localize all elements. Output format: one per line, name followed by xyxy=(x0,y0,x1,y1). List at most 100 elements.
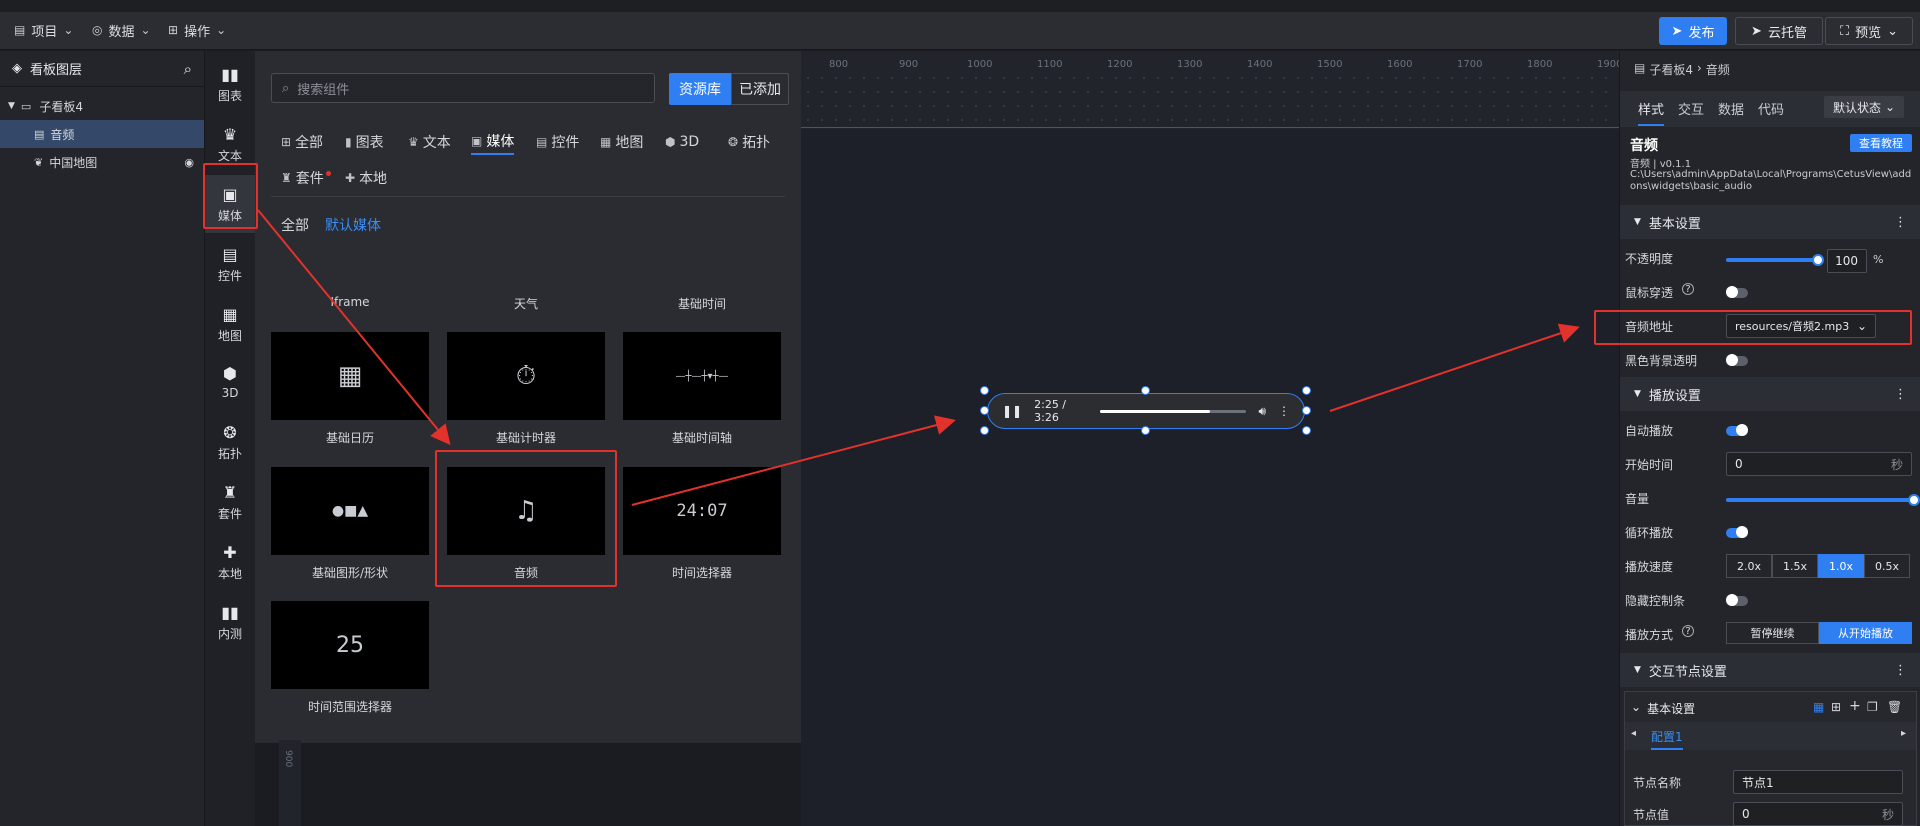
category-suite[interactable]: ♜ 套件 xyxy=(205,473,255,531)
tab-code[interactable]: 代码 xyxy=(1758,99,1784,118)
tab-all[interactable]: ⊞ 全部 xyxy=(281,129,323,155)
resize-handle-br[interactable] xyxy=(1302,426,1311,435)
design-canvas[interactable]: 800 900 1000 1100 1200 1300 1400 1500 16… xyxy=(801,51,1622,826)
card-date-range-picker[interactable]: 25 xyxy=(271,601,429,689)
menu-data-label: 数据 xyxy=(108,24,135,40)
speed-1-5x[interactable]: 1.5x xyxy=(1772,554,1818,578)
audio-progress-track[interactable] xyxy=(1099,409,1247,413)
preview-button[interactable]: ⛶ 预览 ⌄ xyxy=(1825,17,1913,45)
category-map[interactable]: ▦ 地图 xyxy=(205,295,255,353)
category-control[interactable]: ▤ 控件 xyxy=(205,235,255,293)
more-vertical-icon[interactable]: ⋮ xyxy=(1278,404,1290,418)
copy-icon[interactable]: ❐ xyxy=(1867,700,1878,714)
chevron-right-icon[interactable]: ▸ xyxy=(1901,728,1906,739)
section-play-settings[interactable]: ▼ 播放设置 ⋮ xyxy=(1620,377,1920,411)
card-basic-timer[interactable]: ⏱ xyxy=(447,332,605,420)
tab-media[interactable]: ▣ 媒体 xyxy=(471,129,515,155)
config-tab[interactable]: 配置1 xyxy=(1651,728,1683,750)
breadcrumb-parent[interactable]: 子看板4 xyxy=(1649,61,1693,78)
ruler-tick: 1300 xyxy=(1177,59,1203,70)
node-value-input[interactable]: 0 秒 xyxy=(1733,802,1903,826)
menu-project[interactable]: ▤ 项目 ⌄ xyxy=(14,18,73,42)
play-mode-from-start[interactable]: 从开始播放 xyxy=(1819,622,1912,644)
card-basic-calendar[interactable]: ▦ xyxy=(271,332,429,420)
volume-slider[interactable] xyxy=(1726,498,1912,502)
autoplay-toggle[interactable] xyxy=(1726,424,1748,436)
loop-toggle[interactable] xyxy=(1726,526,1748,538)
layer-item-audio[interactable]: ▤ 音频 xyxy=(0,120,204,148)
section-basic-settings[interactable]: ▼ 基本设置 ⋮ xyxy=(1620,205,1920,239)
tab-control[interactable]: ▤ 控件 xyxy=(536,129,579,155)
mouse-through-toggle[interactable] xyxy=(1726,286,1748,298)
search-icon[interactable]: ⌕ xyxy=(184,60,192,78)
speed-2x[interactable]: 2.0x xyxy=(1726,554,1772,578)
delete-icon[interactable]: 🗑︎ xyxy=(1887,700,1902,714)
more-vertical-icon[interactable]: ⋮ xyxy=(1894,215,1907,230)
card-basic-shapes[interactable]: ●■▲ xyxy=(271,467,429,555)
resize-handle-r[interactable] xyxy=(1302,406,1311,415)
category-3d[interactable]: ⬢ 3D xyxy=(205,353,255,411)
volume-slider-knob[interactable] xyxy=(1908,494,1920,506)
resize-handle-b[interactable] xyxy=(1141,426,1150,435)
tab-suite[interactable]: ♜ 套件 xyxy=(281,165,331,191)
resize-handle-bl[interactable] xyxy=(980,426,989,435)
layer-item-map[interactable]: ❦ 中国地图 ◉ xyxy=(0,148,204,176)
opacity-slider-knob[interactable] xyxy=(1812,254,1824,266)
tab-data[interactable]: 数据 xyxy=(1718,99,1744,118)
node-name-input[interactable]: 节点1 xyxy=(1733,770,1903,794)
tab-chart[interactable]: ▮ 图表 xyxy=(345,129,384,155)
volume-icon[interactable]: 🔊︎ xyxy=(1258,404,1266,419)
publish-button[interactable]: ➤ 发布 xyxy=(1659,17,1727,45)
add-icon[interactable]: + xyxy=(1849,698,1861,714)
more-vertical-icon[interactable]: ⋮ xyxy=(1894,387,1907,402)
component-search-input[interactable]: ⌕ 搜索组件 xyxy=(271,73,655,103)
tutorial-button[interactable]: 查看教程 xyxy=(1850,134,1912,152)
black-bg-toggle[interactable] xyxy=(1726,354,1748,366)
resize-handle-l[interactable] xyxy=(980,406,989,415)
speed-0-5x[interactable]: 0.5x xyxy=(1864,554,1910,578)
category-beta[interactable]: ▮▮ 内测 xyxy=(205,593,255,651)
help-icon[interactable]: ? xyxy=(1682,283,1694,295)
chevron-left-icon[interactable]: ◂ xyxy=(1631,728,1636,739)
pause-icon[interactable]: ❚❚ xyxy=(1002,404,1022,418)
tab-topology[interactable]: ❂ 拓扑 xyxy=(728,129,770,155)
audio-player-widget[interactable]: ❚❚ 2:25 / 3:26 🔊︎ ⋮ xyxy=(987,393,1305,429)
tab-map[interactable]: ▦ 地图 xyxy=(600,129,643,155)
added-tab[interactable]: 已添加 xyxy=(731,73,789,105)
resource-library-tab[interactable]: 资源库 xyxy=(669,73,731,105)
opacity-input[interactable]: 100 xyxy=(1827,249,1867,273)
card-basic-timeline[interactable]: —┼—┼▾┼— xyxy=(623,332,781,420)
table-icon[interactable]: ⊞ xyxy=(1831,700,1841,714)
layout-icon[interactable]: ▦ xyxy=(1813,700,1824,714)
play-mode-pause-continue[interactable]: 暂停继续 xyxy=(1726,622,1819,644)
category-chart[interactable]: ▮▮ 图表 xyxy=(205,55,255,113)
eye-hidden-icon[interactable]: ◉ xyxy=(184,156,194,169)
category-local[interactable]: ✚ 本地 xyxy=(205,533,255,591)
card-time-picker[interactable]: 24:07 xyxy=(623,467,781,555)
hide-controls-toggle[interactable] xyxy=(1726,594,1748,606)
preview-label: 预览 xyxy=(1855,25,1882,41)
tab-3d[interactable]: ⬢ 3D xyxy=(665,129,699,155)
help-icon[interactable]: ? xyxy=(1682,625,1694,637)
cloud-host-button[interactable]: ➤ 云托管 xyxy=(1735,17,1823,45)
resize-handle-tr[interactable] xyxy=(1302,386,1311,395)
speed-1x[interactable]: 1.0x xyxy=(1818,554,1864,578)
tab-local[interactable]: ✚ 本地 xyxy=(345,165,387,191)
section-interaction-nodes[interactable]: ▼ 交互节点设置 ⋮ xyxy=(1620,653,1920,687)
resize-handle-t[interactable] xyxy=(1141,386,1150,395)
opacity-slider[interactable] xyxy=(1726,258,1818,262)
category-topology[interactable]: ❂ 拓扑 xyxy=(205,413,255,471)
tab-interaction[interactable]: 交互 xyxy=(1678,99,1704,118)
tab-style[interactable]: 样式 xyxy=(1638,99,1665,126)
subfilter-default-media[interactable]: 默认媒体 xyxy=(325,212,381,238)
more-vertical-icon[interactable]: ⋮ xyxy=(1894,663,1907,678)
start-time-input[interactable]: 0 秒 xyxy=(1726,452,1912,476)
menu-operation[interactable]: ⊞ 操作 ⌄ xyxy=(168,18,226,42)
layer-item-board[interactable]: ▼ ▭ 子看板4 xyxy=(0,92,204,120)
state-select[interactable]: 默认状态 ⌄ xyxy=(1824,96,1904,118)
subfilter-all[interactable]: 全部 xyxy=(281,212,309,238)
tab-text[interactable]: ♛ 文本 xyxy=(408,129,451,155)
menu-data[interactable]: ◎ 数据 ⌄ xyxy=(92,18,151,42)
breadcrumb: ▤ 子看板4 › 音频 xyxy=(1634,61,1730,78)
resize-handle-tl[interactable] xyxy=(980,386,989,395)
